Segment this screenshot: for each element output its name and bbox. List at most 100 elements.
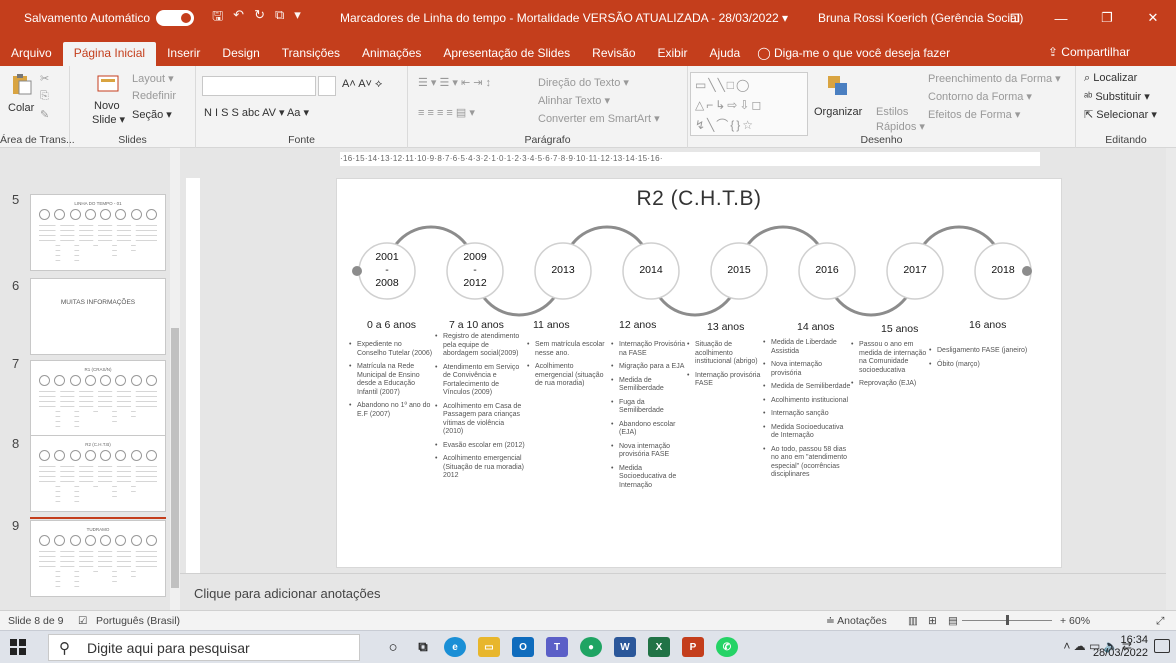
fit-to-window-icon[interactable]: ⤢ — [1156, 615, 1164, 628]
minimize-icon[interactable]: — — [1038, 0, 1084, 36]
file-explorer-icon[interactable]: ▭ — [478, 637, 500, 657]
notes-placeholder[interactable]: Clique para adicionar anotações — [194, 586, 380, 601]
layout-button[interactable]: Layout ▾ — [132, 72, 174, 85]
tab-inserir[interactable]: Inserir — [156, 42, 211, 66]
events-col-4[interactable]: Internação Provisória na FASE Migração p… — [611, 341, 691, 495]
powerpoint-icon[interactable]: P — [682, 637, 704, 657]
undo-icon[interactable]: ↶ — [233, 7, 244, 29]
smartart-button[interactable]: Converter em SmartArt ▾ — [538, 112, 660, 125]
save-icon[interactable]: 🖫 — [212, 7, 223, 29]
section-button[interactable]: Seção ▾ — [132, 108, 172, 121]
tell-me-search[interactable]: ◯ Diga-me o que você deseja fazer — [757, 42, 950, 66]
whatsapp-icon[interactable]: ✆ — [716, 637, 738, 657]
autosave-toggle[interactable] — [156, 10, 195, 26]
tab-pagina-inicial[interactable]: Página Inicial — [62, 42, 157, 66]
select-button[interactable]: ⇱ Selecionar ▾ — [1084, 108, 1157, 121]
shape-effects-button[interactable]: Efeitos de Forma ▾ — [928, 108, 1020, 121]
teams-icon[interactable]: T — [546, 637, 568, 657]
notifications-icon[interactable] — [1154, 639, 1170, 653]
quick-styles-button[interactable]: Estilos — [876, 106, 908, 118]
shape-fill-button[interactable]: Preenchimento da Forma ▾ — [928, 72, 1061, 85]
editor-scrollbar[interactable] — [1166, 148, 1176, 610]
reading-view-icon[interactable]: ▤ — [948, 615, 958, 627]
new-slide-dropdown[interactable]: Slide ▾ — [92, 113, 125, 126]
paste-button[interactable]: Colar — [8, 102, 34, 114]
arrange-icon[interactable] — [826, 74, 850, 98]
normal-view-icon[interactable]: ▥ — [908, 615, 918, 627]
tab-revisao[interactable]: Revisão — [581, 42, 646, 66]
tab-transicoes[interactable]: Transições — [271, 42, 351, 66]
share-button[interactable]: ⇪ Compartilhar — [1048, 45, 1130, 59]
search-placeholder: Digite aqui para pesquisar — [87, 640, 250, 656]
customize-qat-icon[interactable]: ▾ — [294, 7, 301, 29]
shape-outline-button[interactable]: Contorno da Forma ▾ — [928, 90, 1032, 103]
find-button[interactable]: ⌕ Localizar — [1084, 72, 1137, 85]
excel-icon[interactable]: X — [648, 637, 670, 657]
format-painter-icon[interactable]: ✎ — [40, 108, 49, 121]
slide-sorter-icon[interactable]: ⊞ — [928, 615, 937, 627]
bullets-icon[interactable]: ☰ ▾ ☰ ▾ ⇤ ⇥ ↕ — [418, 76, 491, 89]
font-format-buttons[interactable]: N I S S abc AV ▾ Aa ▾ — [204, 106, 309, 119]
spellcheck-icon[interactable]: ☑ — [78, 615, 87, 627]
font-name-combo[interactable] — [202, 76, 316, 96]
shapes-gallery[interactable]: ▭╲╲□◯ △⌐↳⇨⇩◻ ↯╲⌒{}☆ — [690, 72, 808, 136]
present-icon[interactable]: ⧉ — [275, 7, 284, 29]
reset-button[interactable]: Redefinir — [132, 90, 176, 102]
new-slide-button[interactable]: Novo — [94, 100, 120, 112]
word-icon[interactable]: W — [614, 637, 636, 657]
close-icon[interactable]: ✕ — [1130, 0, 1176, 36]
new-slide-icon[interactable] — [96, 72, 120, 96]
tab-design[interactable]: Design — [211, 42, 270, 66]
events-col-1[interactable]: Expediente no Conselho Tutelar (2006) Ma… — [349, 341, 433, 424]
document-title[interactable]: Marcadores de Linha do tempo - Mortalida… — [340, 11, 788, 25]
events-col-5[interactable]: Situação de acolhimento institucional (a… — [687, 341, 771, 394]
slide-thumbnail-7[interactable]: R1 (CRAS/N) — [30, 360, 166, 437]
slide-thumbnail-8[interactable]: R2 (C.H.T.B) — [30, 435, 166, 512]
tab-apresentacao[interactable]: Apresentação de Slides — [432, 42, 581, 66]
align-text-button[interactable]: Alinhar Texto ▾ — [538, 94, 610, 107]
font-size-combo[interactable] — [318, 76, 336, 96]
outlook-icon[interactable]: O — [512, 637, 534, 657]
language-indicator[interactable]: Português (Brasil) — [96, 615, 180, 627]
ribbon-display-icon[interactable]: ⊡ — [992, 0, 1038, 36]
events-col-8[interactable]: Desligamento FASE (janeiro) Óbito (março… — [929, 347, 1029, 374]
taskbar-search[interactable]: ⚲ Digite aqui para pesquisar — [48, 634, 360, 661]
task-view-icon[interactable]: ⧉ — [412, 637, 434, 657]
restore-icon[interactable]: ❐ — [1084, 0, 1130, 36]
thumbnails-scrollbar[interactable] — [170, 148, 180, 610]
tab-arquivo[interactable]: Arquivo — [0, 42, 63, 66]
events-col-2[interactable]: Registro de atendimento pela equipe de a… — [435, 333, 525, 486]
slide-canvas[interactable]: R2 (C.H.T.B) 2001-2008 2009-2012 2013 20… — [336, 178, 1062, 568]
events-col-6[interactable]: Medida de Liberdade Assistida Nova inter… — [763, 339, 851, 485]
scrollbar-thumb[interactable] — [171, 328, 179, 588]
autosave[interactable]: Salvamento Automático — [24, 10, 195, 26]
windows-start-icon[interactable] — [10, 639, 26, 655]
grow-font-icon[interactable]: A˄ A˅ ⟡ — [342, 78, 382, 91]
quick-styles-dropdown[interactable]: Rápidos ▾ — [876, 120, 925, 133]
edge-icon[interactable]: e — [444, 637, 466, 657]
zoom-slider[interactable] — [962, 615, 1052, 625]
slide-thumbnail-5[interactable]: LINHA DO TEMPO - 01 — [30, 194, 166, 271]
slide-thumbnail-9[interactable]: TUDRAMO — [30, 520, 166, 597]
arrange-button[interactable]: Organizar — [814, 106, 862, 118]
text-direction-button[interactable]: Direção do Texto ▾ — [538, 76, 629, 89]
align-icons[interactable]: ≡ ≡ ≡ ≡ ▤ ▾ — [418, 106, 475, 119]
notes-toggle-button[interactable]: ≐ Anotações — [826, 615, 887, 627]
tab-animacoes[interactable]: Animações — [351, 42, 432, 66]
tab-ajuda[interactable]: Ajuda — [699, 42, 752, 66]
events-col-7[interactable]: Passou o ano em medida de internação na … — [851, 341, 931, 394]
replace-button[interactable]: ᵃᵇ Substituir ▾ — [1084, 90, 1150, 103]
events-col-3[interactable]: Sem matrícula escolar nesse ano. Acolhim… — [527, 341, 607, 394]
tab-exibir[interactable]: Exibir — [647, 42, 699, 66]
cut-icon[interactable]: ✂ — [40, 72, 49, 85]
year-2016: 2016 — [815, 264, 839, 276]
copy-icon[interactable]: ⎘ — [40, 90, 49, 103]
notes-pane[interactable]: Clique para adicionar anotações — [180, 573, 1170, 610]
chrome-icon[interactable]: ● — [580, 637, 602, 657]
slide-thumbnail-6[interactable]: MUITAS INFORMAÇÕES — [30, 278, 166, 355]
cortana-icon[interactable]: ○ — [382, 637, 404, 657]
clock[interactable]: 16:34 28/03/2022 — [1093, 634, 1148, 660]
redo-icon[interactable]: ↻ — [254, 7, 265, 29]
zoom-level[interactable]: + 60% — [1060, 615, 1090, 627]
paste-icon[interactable] — [10, 72, 34, 96]
